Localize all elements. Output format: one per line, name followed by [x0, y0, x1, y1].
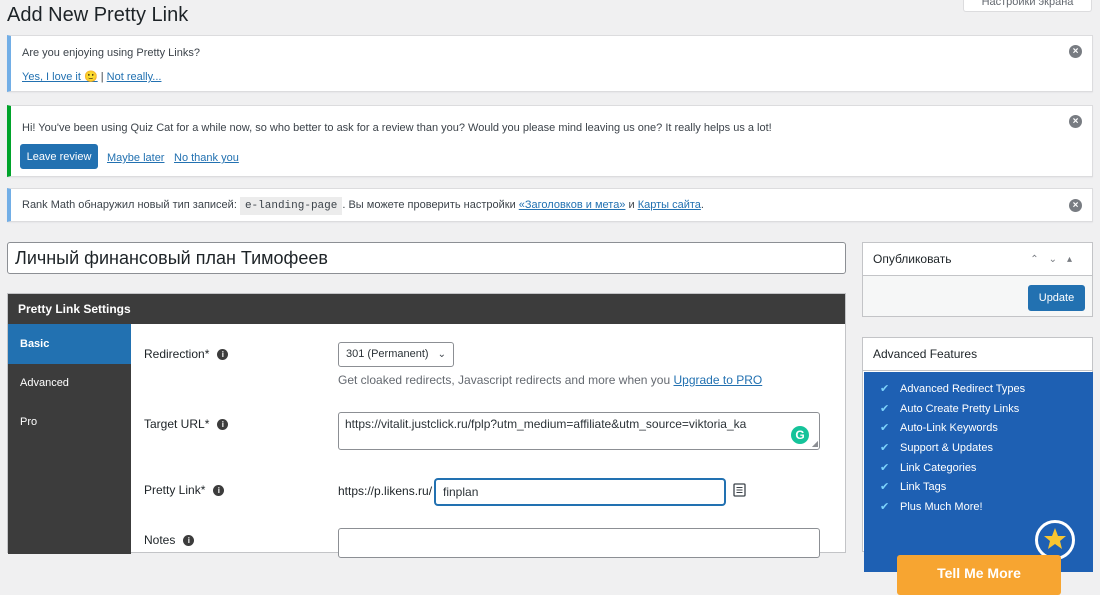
post-title-input[interactable] [7, 242, 846, 274]
feature-label: Support & Updates [900, 442, 993, 455]
publish-title: Опубликовать [873, 252, 952, 266]
info-icon[interactable]: i [217, 349, 229, 361]
feature-label: Auto Create Pretty Links [900, 402, 1020, 415]
settings-nav: Basic Advanced Pro [8, 324, 131, 554]
target-url-value: https://vitalit.justclick.ru/fplp?utm_me… [345, 417, 747, 431]
checkmark-icon: ✔ [880, 422, 890, 435]
tab-basic[interactable]: Basic [8, 324, 131, 364]
list-item: ✔ Link Tags [880, 478, 1025, 498]
rankmath-text: Rank Math обнаружил новый тип записей: [22, 199, 237, 211]
feature-label: Auto-Link Keywords [900, 422, 998, 435]
chevron-down-icon: ⌄ [437, 349, 446, 360]
titles-meta-link[interactable]: «Заголовков и мета» [519, 199, 626, 211]
pretty-link-settings: Pretty Link Settings Basic Advanced Pro … [7, 293, 846, 558]
advanced-features-header: Advanced Features [863, 338, 1092, 371]
screen-options-button[interactable]: Настройки экрана [963, 0, 1092, 12]
dismiss-icon[interactable]: × [1069, 199, 1082, 212]
yes-love-it-link[interactable]: Yes, I love it 🙂 [22, 71, 98, 83]
checkmark-icon: ✔ [880, 461, 890, 474]
feature-label: Link Tags [900, 481, 947, 494]
dismiss-icon[interactable]: × [1069, 45, 1082, 58]
star-icon [1044, 528, 1066, 549]
collapse-icon[interactable]: ▴ [1067, 254, 1082, 265]
target-url-label: Target URL* [144, 417, 210, 431]
list-item: ✔ Plus Much More! [880, 498, 1025, 518]
rankmath-end: . [700, 199, 704, 211]
feature-label: Advanced Redirect Types [900, 383, 1026, 395]
target-url-textarea[interactable]: https://vitalit.justclick.ru/fplp?utm_me… [338, 412, 820, 450]
leave-review-button[interactable]: Leave review [20, 144, 98, 169]
notice-quizcat: Hi! You've been using Quiz Cat for a whi… [7, 105, 1093, 177]
not-really-link[interactable]: Not really... [107, 71, 162, 83]
tab-advanced[interactable]: Advanced [8, 364, 131, 403]
advanced-features-panel: ✔ Advanced Redirect Types ✔ Auto Create Pr… [864, 372, 1093, 595]
info-icon[interactable]: i [183, 535, 195, 547]
notes-label: Notes [144, 533, 176, 547]
publish-box-header: Опубликовать ⌃⌄▴ [863, 243, 1092, 276]
notice-rankmath: Rank Math обнаружил новый тип записей: e… [7, 188, 1093, 222]
upgrade-to-pro-link[interactable]: Upgrade to PRO [674, 373, 763, 387]
notice-enjoy-text: Are you enjoying using Pretty Links? [22, 47, 200, 59]
update-button[interactable]: Update [1028, 285, 1085, 311]
list-item: ✔ Auto Create Pretty Links [880, 400, 1025, 420]
grammarly-icon[interactable]: G [791, 426, 809, 444]
pretty-link-base-url: https://p.likens.ru/ [338, 484, 433, 498]
settings-header: Pretty Link Settings [8, 294, 845, 324]
publish-box: Опубликовать ⌃⌄▴ Update [862, 242, 1093, 317]
pretty-links-star-icon [1035, 520, 1075, 560]
feature-label: Plus Much More! [900, 501, 983, 514]
dismiss-icon[interactable]: × [1069, 115, 1082, 128]
link-separator: | [100, 71, 104, 83]
no-thank-you-link[interactable]: No thank you [174, 152, 239, 164]
pretty-link-slug-input[interactable] [435, 479, 725, 505]
chevron-down-icon[interactable]: ⌄ [1049, 254, 1067, 265]
feature-label: Link Categories [900, 461, 977, 474]
notes-row-label: Notes i [144, 533, 195, 547]
redirection-select[interactable]: 301 (Permanent) ⌄ [338, 342, 454, 367]
maybe-later-link[interactable]: Maybe later [107, 152, 164, 164]
redirection-desc-text: Get cloaked redirects, Javascript redire… [338, 373, 671, 387]
clipboard-icon[interactable] [732, 482, 747, 497]
sitemap-link[interactable]: Карты сайта [638, 199, 701, 211]
redirection-label: Redirection* [144, 347, 210, 361]
redirection-description: Get cloaked redirects, Javascript redire… [338, 373, 762, 387]
pretty-link-label: Pretty Link* [144, 483, 206, 497]
redirection-row-label: Redirection* i [144, 347, 229, 361]
info-icon[interactable]: i [217, 419, 229, 431]
rankmath-and: и [628, 199, 635, 211]
tab-pro[interactable]: Pro [8, 403, 131, 442]
pretty-link-row-label: Pretty Link* i [144, 483, 225, 497]
checkmark-icon: ✔ [880, 402, 890, 415]
list-item: ✔ Link Categories [880, 459, 1025, 479]
checkmark-icon: ✔ [880, 383, 890, 395]
info-icon[interactable]: i [213, 485, 225, 497]
advanced-features-list: ✔ Advanced Redirect Types ✔ Auto Create Pr… [880, 380, 1026, 518]
notes-textarea[interactable] [338, 528, 820, 558]
page-title: Add New Pretty Link [7, 4, 189, 26]
checkmark-icon: ✔ [880, 481, 890, 494]
checkmark-icon: ✔ [880, 501, 890, 514]
checkmark-icon: ✔ [880, 442, 890, 455]
redirection-value: 301 (Permanent) [346, 348, 429, 360]
rankmath-text-middle: . Вы можете проверить настройки [342, 199, 516, 211]
chevron-up-icon[interactable]: ⌃ [1030, 254, 1048, 265]
list-item: ✔ Advanced Redirect Types [880, 380, 1026, 400]
advanced-features-box: Advanced Features ✔ Advanced Redirect Typ… [862, 337, 1093, 595]
post-type-code: e-landing-page [239, 197, 343, 215]
resize-handle-icon[interactable]: ◢ [812, 440, 818, 448]
notice-quizcat-text: Hi! You've been using Quiz Cat for a whi… [22, 122, 772, 134]
notice-enjoy: Are you enjoying using Pretty Links? Yes… [7, 35, 1093, 92]
box-controls[interactable]: ⌃⌄▴ [1030, 243, 1082, 276]
tell-me-more-button[interactable]: Tell Me More [897, 555, 1061, 595]
target-url-row-label: Target URL* i [144, 417, 229, 431]
list-item: ✔ Auto-Link Keywords [880, 419, 1025, 439]
list-item: ✔ Support & Updates [880, 439, 1025, 459]
